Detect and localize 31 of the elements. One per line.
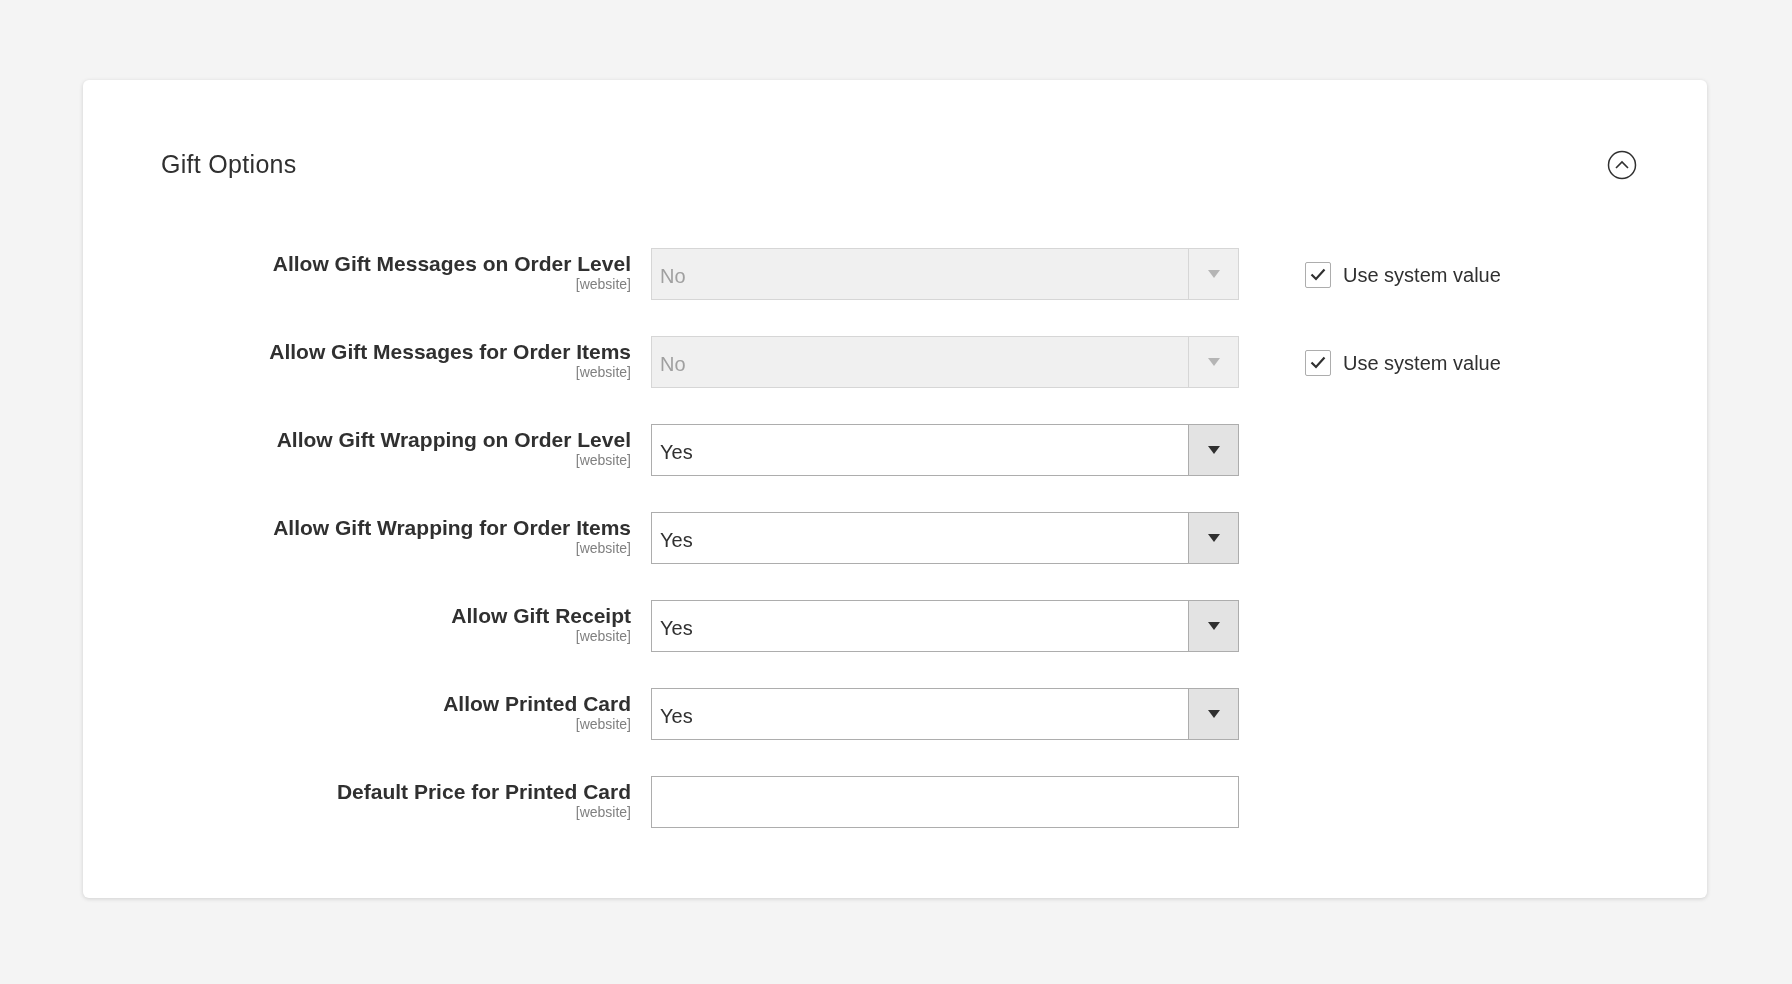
section-title: Gift Options <box>161 149 297 180</box>
checkbox-label: Use system value <box>1343 350 1501 376</box>
check-icon <box>1310 268 1326 281</box>
caret-icon <box>1207 533 1220 542</box>
select-field[interactable]: Yes <box>651 511 1239 564</box>
field-label: Default Price for Printed Card <box>336 779 631 803</box>
caret-icon <box>1207 709 1220 718</box>
select-field[interactable]: Yes <box>651 687 1239 740</box>
caret-icon <box>1207 621 1220 630</box>
select-field[interactable]: Yes <box>651 599 1239 652</box>
input-field[interactable] <box>651 775 1239 828</box>
scope-label: [website] <box>575 628 631 644</box>
field-label: Allow Printed Card <box>443 691 631 715</box>
field-label: Allow Gift Wrapping for Order Items <box>273 515 631 539</box>
caret-icon <box>1207 269 1220 278</box>
field-label: Allow Gift Receipt <box>451 603 631 627</box>
caret-icon <box>1207 357 1220 366</box>
scope-label: [website] <box>575 540 631 556</box>
scope-label: [website] <box>575 276 631 292</box>
field-label: Allow Gift Messages for Order Items <box>269 339 631 363</box>
checkbox-label: Use system value <box>1343 262 1501 288</box>
scope-label: [website] <box>575 716 631 732</box>
check-icon <box>1310 356 1326 369</box>
select-field[interactable]: Yes <box>651 423 1239 476</box>
field-label: Allow Gift Messages on Order Level <box>272 251 631 275</box>
scope-label: [website] <box>575 804 631 820</box>
scope-label: [website] <box>575 452 631 468</box>
scope-label: [website] <box>575 364 631 380</box>
field-label: Allow Gift Wrapping on Order Level <box>276 427 631 451</box>
collapse-icon[interactable] <box>1607 149 1637 180</box>
caret-icon <box>1207 445 1220 454</box>
